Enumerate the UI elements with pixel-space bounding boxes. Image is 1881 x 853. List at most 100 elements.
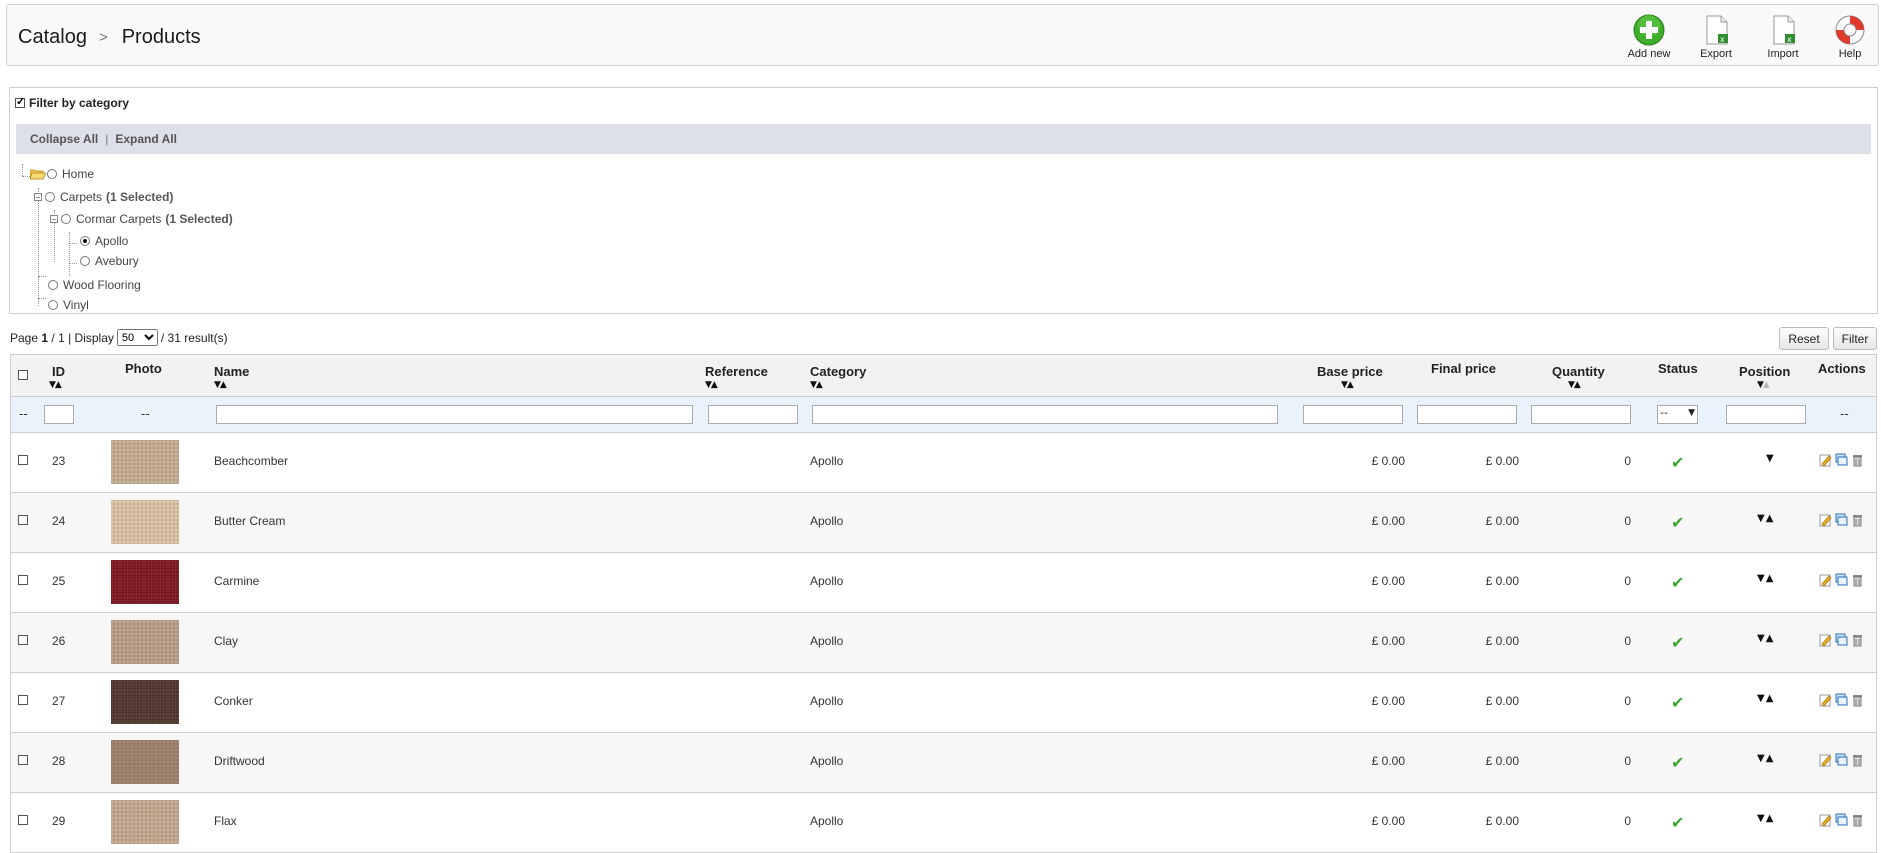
filter-button[interactable]: Filter [1833,327,1877,350]
row-checkbox[interactable] [18,815,28,825]
delete-icon[interactable] [1851,453,1864,467]
duplicate-icon[interactable] [1835,633,1848,647]
expand-all-link[interactable]: Expand All [115,132,177,146]
reference-filter-input[interactable] [708,405,798,424]
product-photo[interactable] [111,740,179,784]
enabled-check-icon[interactable]: ✔ [1671,453,1684,472]
product-photo[interactable] [111,500,179,544]
status-filter-select[interactable]: -- ▼ [1657,405,1698,424]
move-arrows-icon[interactable]: ▼▲ [1757,693,1774,704]
col-name[interactable]: Name [214,364,249,379]
tree-node-apollo[interactable]: Apollo [80,234,128,248]
product-photo[interactable] [111,620,179,664]
export-button[interactable]: x Export [1686,14,1746,60]
filter-by-category-checkbox[interactable] [15,95,25,108]
edit-icon[interactable] [1819,513,1832,527]
move-arrows-icon[interactable]: ▼▲ [1757,573,1774,584]
row-checkbox[interactable] [18,515,28,525]
category-radio-apollo[interactable] [80,236,90,246]
row-checkbox[interactable] [18,695,28,705]
edit-icon[interactable] [1819,453,1832,467]
move-arrows-icon[interactable]: ▼▲ [1757,513,1774,524]
quantity-filter-input[interactable] [1531,405,1631,424]
category-radio-avebury[interactable] [80,256,90,266]
tree-node-wood-flooring[interactable]: Wood Flooring [48,278,141,292]
per-page-select[interactable]: 50 [116,329,158,346]
edit-icon[interactable] [1819,693,1832,707]
category-radio-wood-flooring[interactable] [48,280,58,290]
row-checkbox[interactable] [18,635,28,645]
table-row[interactable]: 24 Butter Cream Apollo £ 0.00 £ 0.00 0 ✔ ▼▲ [11,493,1876,553]
enabled-check-icon[interactable]: ✔ [1671,753,1684,772]
tree-node-cormar-carpets[interactable]: − Cormar Carpets (1 Selected) [50,212,233,226]
col-id[interactable]: ID [52,364,65,379]
sort-arrows-icon[interactable]: ▼▲ [705,380,718,390]
name-filter-input[interactable] [216,405,693,424]
add-new-button[interactable]: Add new [1619,14,1679,60]
move-arrows-icon[interactable]: ▼▲ [1757,813,1774,824]
category-radio-carpets[interactable] [45,192,55,202]
cell-name[interactable]: Butter Cream [214,514,285,528]
duplicate-icon[interactable] [1835,453,1848,467]
row-checkbox[interactable] [18,575,28,585]
category-filter-input[interactable] [812,405,1278,424]
delete-icon[interactable] [1851,573,1864,587]
enabled-check-icon[interactable]: ✔ [1671,573,1684,592]
tree-node-vinyl[interactable]: Vinyl [48,298,89,312]
delete-icon[interactable] [1851,693,1864,707]
product-photo[interactable] [111,800,179,844]
collapse-toggle-icon[interactable]: − [34,193,42,202]
select-all-checkbox[interactable] [18,370,28,380]
position-filter-input[interactable] [1726,405,1806,424]
duplicate-icon[interactable] [1835,513,1848,527]
help-button[interactable]: Help [1820,14,1880,60]
collapse-all-link[interactable]: Collapse All [30,132,98,146]
col-position[interactable]: Position [1739,364,1790,379]
cell-name[interactable]: Conker [214,694,253,708]
enabled-check-icon[interactable]: ✔ [1671,633,1684,652]
enabled-check-icon[interactable]: ✔ [1671,813,1684,832]
col-base-price[interactable]: Base price [1317,364,1383,379]
move-down-icon[interactable]: ▼ [1766,453,1775,464]
edit-icon[interactable] [1819,573,1832,587]
table-row[interactable]: 26 Clay Apollo £ 0.00 £ 0.00 0 ✔ ▼▲ [11,613,1876,673]
sort-arrows-icon[interactable]: ▼▲ [810,380,823,390]
id-filter-input[interactable] [44,405,74,424]
enabled-check-icon[interactable]: ✔ [1671,693,1684,712]
tree-node-carpets[interactable]: − Carpets (1 Selected) [34,190,173,204]
enabled-check-icon[interactable]: ✔ [1671,513,1684,532]
delete-icon[interactable] [1851,813,1864,827]
cell-name[interactable]: Flax [214,814,237,828]
delete-icon[interactable] [1851,633,1864,647]
cell-name[interactable]: Driftwood [214,754,265,768]
col-quantity[interactable]: Quantity [1552,364,1605,379]
sort-arrows-icon[interactable]: ▼▲ [1568,380,1581,390]
import-button[interactable]: x Import [1753,14,1813,60]
table-row[interactable]: 27 Conker Apollo £ 0.00 £ 0.00 0 ✔ ▼▲ [11,673,1876,733]
cell-name[interactable]: Carmine [214,574,259,588]
sort-arrows-icon[interactable]: ▼▲ [49,380,62,390]
cell-name[interactable]: Clay [214,634,238,648]
duplicate-icon[interactable] [1835,693,1848,707]
delete-icon[interactable] [1851,513,1864,527]
product-photo[interactable] [111,680,179,724]
delete-icon[interactable] [1851,753,1864,767]
edit-icon[interactable] [1819,633,1832,647]
row-checkbox[interactable] [18,455,28,465]
move-arrows-icon[interactable]: ▼▲ [1757,633,1774,644]
duplicate-icon[interactable] [1835,753,1848,767]
sort-arrows-icon[interactable]: ▼▲ [1341,380,1354,390]
edit-icon[interactable] [1819,753,1832,767]
tree-node-avebury[interactable]: Avebury [80,254,139,268]
row-checkbox[interactable] [18,755,28,765]
tree-node-home[interactable]: Home [30,167,94,181]
col-reference[interactable]: Reference [705,364,768,379]
duplicate-icon[interactable] [1835,573,1848,587]
table-row[interactable]: 28 Driftwood Apollo £ 0.00 £ 0.00 0 ✔ ▼▲ [11,733,1876,793]
final-price-filter-input[interactable] [1417,405,1517,424]
category-radio-vinyl[interactable] [48,300,58,310]
product-photo[interactable] [111,560,179,604]
duplicate-icon[interactable] [1835,813,1848,827]
edit-icon[interactable] [1819,813,1832,827]
category-radio-cormar[interactable] [61,214,71,224]
